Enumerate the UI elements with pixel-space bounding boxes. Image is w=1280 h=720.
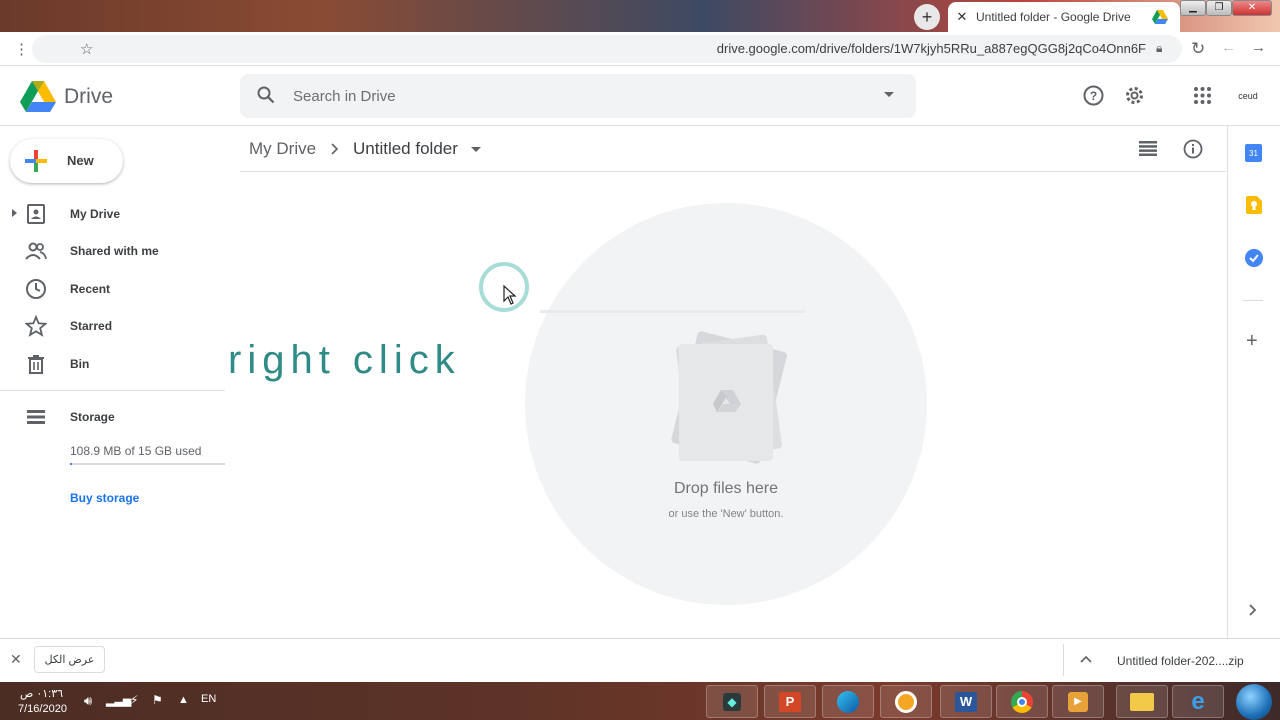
loading-bar xyxy=(540,310,805,313)
taskbar-app-orange[interactable] xyxy=(880,685,932,718)
lock-icon[interactable]: 🔒︎ xyxy=(1156,41,1162,56)
side-panel-separator xyxy=(1243,300,1263,301)
trash-icon xyxy=(28,355,44,374)
buy-storage-link[interactable]: Buy storage xyxy=(70,491,139,505)
breadcrumb-root[interactable]: My Drive xyxy=(249,139,316,159)
my-drive-icon xyxy=(27,204,45,224)
storage-used-text: 108.9 MB of 15 GB used xyxy=(70,444,202,458)
volume-icon[interactable]: 🔊︎ xyxy=(84,693,92,709)
sidebar-divider xyxy=(0,390,225,391)
taskbar-app-internet-explorer[interactable]: e xyxy=(1172,685,1224,718)
sidebar-item-shared[interactable]: Shared with me xyxy=(70,244,159,258)
taskbar-app-media[interactable]: ▶ xyxy=(1052,685,1104,718)
settings-gear-icon[interactable] xyxy=(1124,85,1145,106)
taskbar-app-filmora[interactable]: ◆ xyxy=(706,685,758,718)
mouse-cursor-icon xyxy=(503,285,517,305)
expand-arrow-icon[interactable] xyxy=(12,209,17,217)
empty-state-subtitle: or use the 'New' button. xyxy=(668,508,784,520)
clock-date[interactable]: 7/16/2020 xyxy=(18,703,67,715)
breadcrumb-chevron-icon xyxy=(331,143,339,155)
clock-icon xyxy=(26,279,46,299)
forward-arrow-icon[interactable]: → xyxy=(1251,39,1266,56)
tutorial-overlay-text: right click xyxy=(228,338,461,382)
tab-title: Untitled folder - Google Drive xyxy=(976,10,1131,24)
browser-tab[interactable]: ✕ Untitled folder - Google Drive xyxy=(948,2,1180,32)
show-all-downloads-button[interactable]: عرض الكل xyxy=(34,646,105,673)
download-item-filename[interactable]: Untitled folder-202....zip xyxy=(1117,654,1244,668)
network-signal-icon[interactable]: ▂▃▅ xyxy=(106,694,131,707)
sidebar-item-recent[interactable]: Recent xyxy=(70,282,110,296)
toolbar-divider xyxy=(240,171,1226,172)
storage-icon xyxy=(27,410,45,424)
taskbar-app-explorer[interactable] xyxy=(1116,685,1168,718)
info-icon[interactable] xyxy=(1183,139,1203,159)
account-avatar[interactable]: ceud xyxy=(1234,84,1262,108)
star-icon xyxy=(25,315,47,337)
help-icon[interactable]: ? xyxy=(1083,85,1104,106)
menu-dots-icon[interactable]: ⋮ xyxy=(14,40,29,58)
taskbar-app-chrome[interactable] xyxy=(996,685,1048,718)
search-icon[interactable] xyxy=(257,86,275,104)
plus-icon xyxy=(25,150,47,172)
windows-start-button[interactable] xyxy=(1236,684,1272,720)
download-options-chevron-icon[interactable] xyxy=(1080,655,1092,663)
storage-meter-fill xyxy=(70,463,72,465)
taskbar-app-edge[interactable] xyxy=(822,685,874,718)
apps-grid-icon[interactable] xyxy=(1194,87,1211,104)
url-text[interactable]: drive.google.com/drive/folders/1W7kjyh5R… xyxy=(717,41,1146,56)
storage-meter xyxy=(70,463,225,465)
close-downloads-icon[interactable]: ✕ xyxy=(10,651,22,668)
minimize-window-button[interactable]: ▁ xyxy=(1180,0,1206,16)
input-language[interactable]: EN xyxy=(201,693,216,705)
taskbar-app-powerpoint[interactable]: P xyxy=(764,685,816,718)
drive-logo-icon[interactable] xyxy=(20,81,56,112)
drive-favicon-icon xyxy=(1152,10,1168,24)
bookmark-star-icon[interactable]: ☆ xyxy=(80,40,93,58)
new-tab-button[interactable]: + xyxy=(914,4,940,30)
folder-menu-dropdown-icon[interactable] xyxy=(471,147,481,152)
back-arrow-icon[interactable]: ← xyxy=(1221,39,1236,56)
close-tab-icon[interactable]: ✕ xyxy=(948,9,976,25)
reload-icon[interactable]: ↻ xyxy=(1191,39,1205,59)
sidebar-item-bin[interactable]: Bin xyxy=(70,357,89,371)
sidebar-item-starred[interactable]: Starred xyxy=(70,319,112,333)
clock-time[interactable]: ٠١:٣٦ ص xyxy=(20,687,63,700)
list-view-icon[interactable] xyxy=(1139,141,1157,156)
app-name[interactable]: Drive xyxy=(64,85,113,109)
tray-overflow-icon[interactable]: ▲ xyxy=(178,694,189,706)
drop-files-illustration-icon xyxy=(671,331,787,464)
calendar-icon[interactable]: 31 xyxy=(1245,144,1262,162)
add-addon-plus-icon[interactable]: + xyxy=(1246,330,1258,353)
search-input[interactable]: Search in Drive xyxy=(293,88,396,105)
tasks-icon[interactable] xyxy=(1244,248,1264,268)
expand-panel-chevron-icon[interactable] xyxy=(1248,604,1258,616)
empty-state-title: Drop files here xyxy=(673,480,779,497)
new-button-label: New xyxy=(67,153,94,168)
downloads-separator xyxy=(1063,644,1064,676)
power-icon[interactable]: ⚡︎ xyxy=(130,693,138,707)
taskbar-app-word[interactable]: W xyxy=(940,685,992,718)
breadcrumb-current[interactable]: Untitled folder xyxy=(353,139,458,159)
restore-window-button[interactable]: ❐ xyxy=(1206,0,1232,16)
side-panel-divider xyxy=(1227,126,1228,638)
shared-people-icon xyxy=(25,242,47,260)
network-flag-icon[interactable]: ⚑ xyxy=(152,693,163,707)
keep-icon[interactable] xyxy=(1246,196,1262,214)
svg-text:?: ? xyxy=(1090,89,1097,103)
search-options-icon[interactable] xyxy=(884,92,894,97)
sidebar-item-storage[interactable]: Storage xyxy=(70,410,115,424)
close-window-button[interactable]: ✕ xyxy=(1232,0,1272,16)
sidebar-item-my-drive[interactable]: My Drive xyxy=(70,207,120,221)
